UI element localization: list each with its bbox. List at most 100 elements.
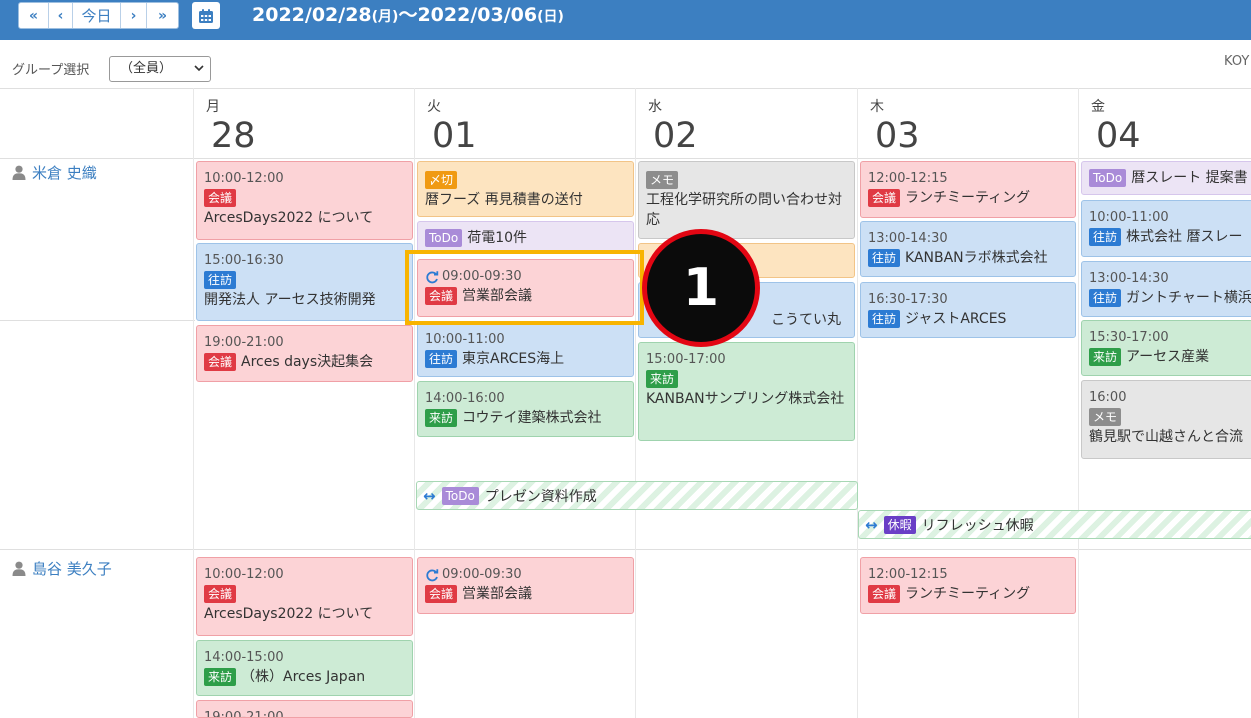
meeting-tag: 会議 [425,585,458,603]
visit-out-tag: 往訪 [868,310,901,328]
event-card[interactable]: ToDo 荷電10件 [417,221,634,253]
today-button[interactable]: 今日 [73,3,121,28]
visit-in-tag: 来訪 [646,370,679,388]
event-time: 10:00-11:00 [1089,210,1169,225]
todo-tag: ToDo [1089,169,1127,187]
user-name[interactable]: 米倉 史織 [32,162,97,183]
event-card[interactable]: ToDo 暦スレート 提案書 [1081,161,1251,195]
event-card[interactable]: 〆切 暦フーズ 再見積書の送付 [417,161,634,217]
event-title: ArcesDays2022 について [204,606,374,622]
grid-line [0,158,1251,159]
event-time: 10:00-12:00 [204,171,284,186]
event-card[interactable]: 19:00-21:00 会議 Arces days決起集会 [196,325,413,382]
first-page-button[interactable]: « [19,3,49,28]
day-of-week: 月 [206,99,220,115]
day-header-wed: 水 02 [636,96,698,154]
event-card[interactable]: 15:00-16:30 往訪 開発法人 アーセス技術開発 [196,243,413,321]
event-card[interactable]: 12:00-12:15 会議 ランチミーティング [860,161,1076,218]
event-card[interactable]: 14:00-15:00 来訪 （株）Arces Japan [196,640,413,696]
grid-line [1078,88,1079,718]
event-title: リフレッシュ休暇 [921,517,1034,534]
multi-day-event[interactable]: ↔ ToDo プレゼン資料作成 [416,481,858,510]
event-card[interactable]: 15:30-17:00 来訪 アーセス産業 [1081,320,1251,376]
group-select-value: （全員） [120,61,173,76]
user-row-label[interactable]: 島谷 美久子 [12,558,112,579]
user-row-label[interactable]: 米倉 史織 [12,162,97,183]
visit-in-tag: 来訪 [425,409,458,427]
event-card[interactable]: 10:00-12:00 会議 ArcesDays2022 について [196,161,413,240]
grid-line [414,88,415,718]
event-card[interactable]: 14:00-16:00 来訪 コウテイ建築株式会社 [417,381,634,437]
day-of-week: 金 [1091,99,1105,115]
day-header-fri: 金 04 [1079,96,1141,154]
event-title: ランチミーティング [905,190,1031,206]
event-card[interactable]: メモ 工程化学研究所の問い合わせ対応 [638,161,855,239]
previous-week-button[interactable]: ‹ [49,3,73,28]
step-number-badge: 1 [642,229,760,347]
day-number[interactable]: 01 [415,118,477,154]
day-number[interactable]: 02 [636,118,698,154]
event-card[interactable]: 15:00-17:00 来訪 KANBANサンプリング株式会社 [638,342,855,441]
day-of-week: 水 [648,99,662,115]
meeting-tag: 会議 [868,585,901,603]
day-header-thu: 木 03 [858,96,920,154]
event-card[interactable]: 16:00 メモ 鶴見駅で山越さんと合流 [1081,380,1251,459]
event-title: 開発法人 アーセス技術開発 [204,292,376,308]
day-of-week: 木 [870,99,884,115]
event-title: Arces days決起集会 [241,354,374,370]
visit-in-tag: 来訪 [204,668,237,686]
user-name[interactable]: 島谷 美久子 [32,558,112,579]
meeting-tag: 会議 [204,585,237,603]
memo-tag: メモ [1089,408,1122,426]
event-title: こうてい丸 [771,312,841,328]
event-card[interactable]: 10:00-12:00 会議 ArcesDays2022 について [196,557,413,636]
date-range-title: 2022/02/28(月)～2022/03/06(日) [252,4,564,26]
person-icon [12,165,26,180]
event-card[interactable]: 19:00-21:00 [196,700,413,718]
event-time: 14:00-15:00 [204,650,284,665]
day-number[interactable]: 28 [194,118,256,154]
event-title: KANBANラボ株式会社 [905,250,1048,266]
event-title: ArcesDays2022 について [204,210,374,226]
group-select-label: グループ選択 [12,63,90,78]
grid-line [0,320,195,321]
grid-line [857,88,858,718]
meeting-tag: 会議 [204,353,237,371]
next-week-button[interactable]: › [121,3,147,28]
todo-tag: ToDo [441,487,479,505]
calendar-picker-button[interactable] [192,2,220,29]
memo-tag: メモ [646,171,679,189]
double-arrow-icon: ↔ [423,486,436,505]
multi-day-event[interactable]: ↔ 休暇 リフレッシュ休暇 [858,510,1251,539]
event-card[interactable]: 10:00-11:00 往訪 株式会社 暦スレー [1081,200,1251,257]
event-time: 15:30-17:00 [1089,330,1169,345]
todo-tag: ToDo [425,229,463,247]
group-select[interactable]: （全員） [109,56,211,82]
event-title: ガントチャート横浜 [1126,290,1251,306]
event-title: KANBANサンプリング株式会社 [646,391,845,407]
event-card[interactable]: 10:00-11:00 往訪 東京ARCES海上 [417,322,634,377]
holiday-tag: 休暇 [883,516,916,534]
event-time: 16:30-17:30 [868,292,948,307]
last-page-button[interactable]: » [147,3,178,28]
day-header-mon: 月 28 [194,96,256,154]
header-bar: « ‹ 今日 › » 2022/02/28(月)～2022/03/06(日) [0,0,1251,40]
event-card[interactable]: 09:00-09:30 会議 営業部会議 [417,557,634,614]
event-card[interactable]: 16:30-17:30 往訪 ジャストARCES [860,282,1076,338]
meeting-tag: 会議 [204,189,237,207]
event-title: 東京ARCES海上 [462,351,565,367]
meeting-tag: 会議 [868,189,901,207]
event-card[interactable]: 12:00-12:15 会議 ランチミーティング [860,557,1076,614]
event-time: 19:00-21:00 [204,710,284,718]
event-card[interactable]: 13:00-14:30 往訪 ガントチャート横浜 [1081,261,1251,317]
current-user-label: KOY [1224,54,1250,69]
event-title: 営業部会議 [462,586,533,602]
visit-out-tag: 往訪 [1089,228,1122,246]
visit-out-tag: 往訪 [425,350,458,368]
day-number[interactable]: 04 [1079,118,1141,154]
event-title: 株式会社 暦スレー [1126,229,1243,245]
visit-in-tag: 来訪 [1089,348,1122,366]
calendar-icon [199,8,213,23]
event-card[interactable]: 13:00-14:30 往訪 KANBANラボ株式会社 [860,221,1076,277]
day-number[interactable]: 03 [858,118,920,154]
